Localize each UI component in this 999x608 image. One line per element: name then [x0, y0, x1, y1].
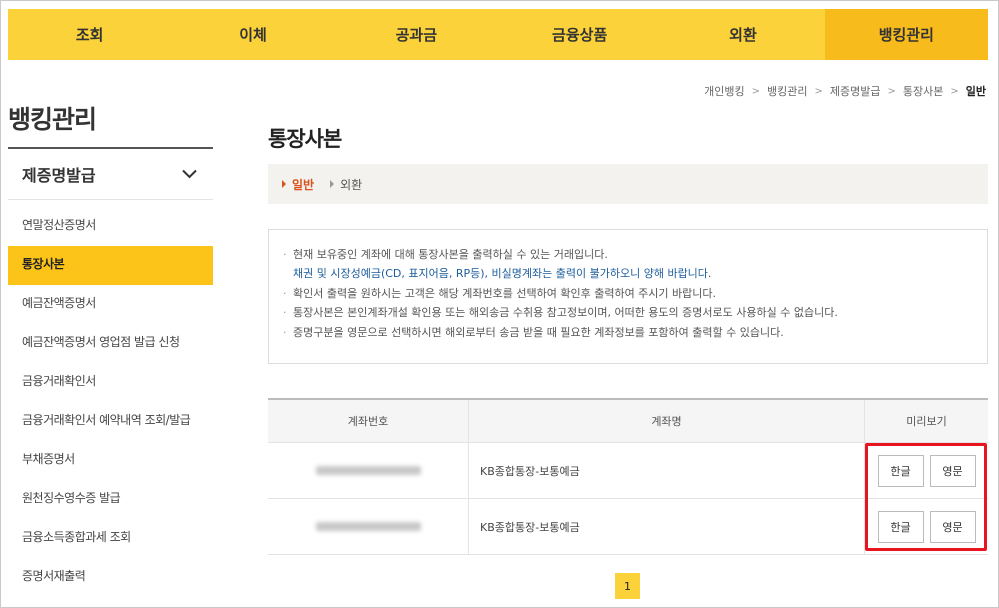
notice-text: 확인서 출력을 원하시는 고객은 해당 계좌번호를 선택하여 확인후 출력하여 … — [293, 286, 717, 300]
subtab-label: 외환 — [340, 177, 363, 192]
bullet-icon: · — [283, 286, 287, 300]
breadcrumb-item[interactable]: 개인뱅킹 — [704, 83, 744, 99]
breadcrumb-item[interactable]: 뱅킹관리 — [767, 83, 807, 99]
sidebar-item-bankbook-copy[interactable]: 통장사본 — [8, 246, 213, 285]
account-name-cell: KB종합통장-보통예금 — [469, 499, 865, 554]
breadcrumb: 개인뱅킹 > 뱅킹관리 > 제증명발급 > 통장사본 > 일반 — [704, 83, 986, 99]
chevron-right-icon: > — [751, 85, 760, 97]
tab-foreign-exchange[interactable]: 외환 — [661, 9, 824, 60]
account-number-cell[interactable] — [268, 499, 469, 554]
sidebar-item-deposit-balance-branch[interactable]: 예금잔액증명서 영업점 발급 신청 — [8, 324, 213, 363]
subtab-general[interactable]: 일반 — [282, 176, 314, 193]
chevron-right-icon: > — [814, 85, 823, 97]
sub-tabs: 일반 외환 — [268, 164, 988, 204]
notice-line: · 증명구분을 영문으로 선택하시면 해외로부터 송금 받을 때 필요한 계좌정보… — [283, 323, 987, 342]
sidebar-item-withholding-receipt[interactable]: 원천징수영수증 발급 — [8, 480, 213, 519]
sidebar-item-debt-certificate[interactable]: 부채증명서 — [8, 441, 213, 480]
sidebar-title: 뱅킹관리 — [8, 105, 97, 134]
tab-utility-bills[interactable]: 공과금 — [335, 9, 498, 60]
preview-korean-button[interactable]: 한글 — [877, 454, 924, 487]
preview-cell: 한글 영문 — [865, 443, 988, 498]
account-table: 계좌번호 계좌명 미리보기 KB종합통장-보통예금 한글 영문 KB종합통장-보… — [268, 398, 988, 555]
tab-inquiry[interactable]: 조회 — [8, 9, 171, 60]
redacted-account-number — [315, 522, 421, 531]
header-preview: 미리보기 — [906, 415, 947, 428]
preview-english-button[interactable]: 영문 — [929, 510, 976, 543]
sidebar-item-financial-transaction[interactable]: 금융거래확인서 — [8, 363, 213, 402]
preview-cell: 한글 영문 — [865, 499, 988, 554]
sidebar-item-year-end-tax[interactable]: 연말정산증명서 — [8, 207, 213, 246]
subtab-label: 일반 — [292, 177, 315, 192]
tab-transfer[interactable]: 이체 — [171, 9, 334, 60]
notice-text: 통장사본은 본인계좌개설 확인용 또는 해외송금 수취용 참고정보이며, 어떠한… — [293, 306, 838, 320]
notice-text-highlight: 채권 및 시장성예금(CD, 표지어음, RP등), 비실명계좌는 출력이 불가… — [293, 267, 712, 281]
breadcrumb-item[interactable]: 통장사본 — [903, 83, 943, 99]
preview-english-button[interactable]: 영문 — [929, 454, 976, 487]
notice-line: · 통장사본은 본인계좌개설 확인용 또는 해외송금 수취용 참고정보이며, 어떠… — [283, 303, 987, 322]
notice-line: 채권 및 시장성예금(CD, 표지어음, RP등), 비실명계좌는 출력이 불가… — [283, 264, 987, 283]
triangle-right-icon — [330, 180, 335, 188]
top-nav: 조회 이체 공과금 금융상품 외환 뱅킹관리 — [8, 9, 988, 60]
tab-financial-products[interactable]: 금융상품 — [498, 9, 661, 60]
pagination-page-1[interactable]: 1 — [615, 573, 640, 599]
table-row: KB종합통장-보통예금 한글 영문 — [268, 443, 988, 499]
notice-line: · 확인서 출력을 원하시는 고객은 해당 계좌번호를 선택하여 확인후 출력하여… — [283, 284, 987, 303]
table-header: 계좌번호 계좌명 미리보기 — [268, 400, 988, 443]
bullet-icon: · — [283, 248, 287, 261]
sidebar-group-certificates[interactable]: 제증명발급 — [8, 149, 213, 200]
header-account-name: 계좌명 — [469, 400, 865, 442]
sidebar-list: 연말정산증명서 통장사본 예금잔액증명서 예금잔액증명서 영업점 발급 신청 금… — [8, 207, 213, 597]
chevron-down-icon — [182, 169, 197, 179]
sidebar-item-financial-income-tax[interactable]: 금융소득종합과세 조회 — [8, 519, 213, 558]
sidebar-item-financial-transaction-reservation[interactable]: 금융거래확인서 예약내역 조회/발급 — [8, 402, 213, 441]
bullet-icon: · — [283, 306, 287, 320]
preview-korean-button[interactable]: 한글 — [877, 510, 924, 543]
redacted-account-number — [315, 466, 421, 475]
table-row: KB종합통장-보통예금 한글 영문 — [268, 499, 988, 555]
tab-banking-management[interactable]: 뱅킹관리 — [824, 9, 988, 60]
account-name-cell: KB종합통장-보통예금 — [469, 443, 865, 498]
sidebar-item-reprint[interactable]: 증명서재출력 — [8, 558, 213, 597]
notice-line: · 현재 보유중인 계좌에 대해 통장사본을 출력하실 수 있는 거래입니다. — [283, 245, 987, 264]
subtab-foreign[interactable]: 외환 — [330, 176, 362, 193]
sidebar-group-label: 제증명발급 — [22, 166, 96, 185]
chevron-right-icon: > — [950, 85, 959, 97]
page-title: 통장사본 — [268, 127, 342, 151]
notice-text: 증명구분을 영문으로 선택하시면 해외로부터 송금 받을 때 필요한 계좌정보를… — [293, 325, 784, 339]
bullet-icon: · — [283, 325, 287, 339]
breadcrumb-current: 일반 — [965, 85, 986, 98]
chevron-right-icon: > — [887, 85, 896, 97]
breadcrumb-item[interactable]: 제증명발급 — [830, 83, 881, 99]
notice-text: 현재 보유중인 계좌에 대해 통장사본을 출력하실 수 있는 거래입니다. — [293, 248, 608, 261]
notice-box: · 현재 보유중인 계좌에 대해 통장사본을 출력하실 수 있는 거래입니다. 채… — [268, 229, 988, 364]
triangle-right-icon — [282, 180, 286, 188]
sidebar-item-deposit-balance[interactable]: 예금잔액증명서 — [8, 285, 213, 324]
account-number-cell[interactable] — [268, 443, 469, 498]
header-account-number: 계좌번호 — [268, 400, 469, 442]
